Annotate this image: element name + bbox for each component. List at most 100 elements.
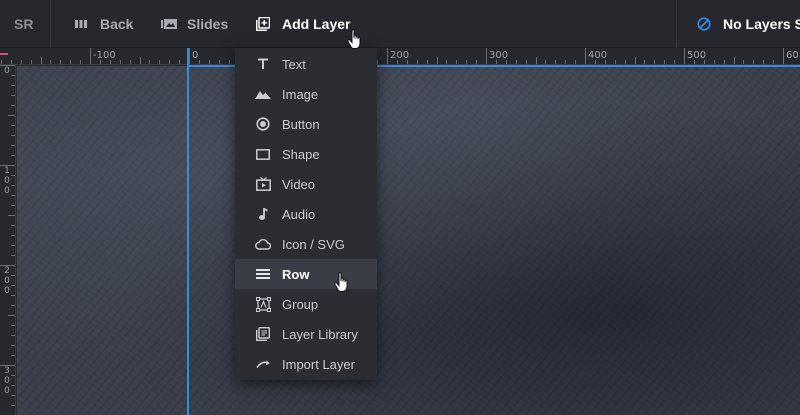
ruler-tick — [535, 57, 537, 64]
ruler-tick — [545, 60, 547, 64]
back-icon — [74, 17, 88, 31]
ruler-tick — [139, 57, 141, 64]
slides-icon — [161, 17, 177, 31]
menu-item-layer-library[interactable]: Layer Library — [235, 319, 377, 349]
ruler-tick — [11, 125, 15, 126]
ruler-tick — [11, 405, 15, 406]
ruler-tick — [466, 60, 468, 64]
ruler-tick — [11, 105, 15, 106]
ruler-tick — [11, 325, 15, 326]
ruler-tick — [733, 57, 735, 64]
ruler-tick — [119, 60, 121, 64]
ruler-tick — [11, 175, 15, 176]
ruler-digit: 0 — [4, 66, 10, 76]
slides-button[interactable]: Slides — [161, 0, 228, 48]
ruler-tick — [515, 60, 517, 64]
ruler-tick — [753, 60, 755, 64]
ruler-tick — [555, 60, 557, 64]
ruler-origin-marker — [0, 53, 8, 55]
cloud-icon — [255, 236, 271, 252]
ruler-tick — [11, 335, 15, 336]
ruler-tick — [11, 245, 15, 246]
top-toolbar: SR Back Slides Add Layer No Layers Se — [0, 0, 800, 48]
ruler-tick — [575, 60, 577, 64]
ruler-tick — [723, 60, 725, 64]
button-icon — [255, 116, 271, 132]
layers-selector[interactable]: No Layers Se — [697, 0, 800, 48]
no-entry-icon — [697, 17, 711, 31]
ruler-tick — [11, 145, 15, 146]
ruler-tick — [684, 48, 685, 64]
menu-item-label: Row — [282, 266, 310, 282]
back-button[interactable]: Back — [74, 0, 133, 48]
ruler-tick — [169, 60, 171, 64]
image-icon — [255, 86, 271, 102]
ruler-tick — [11, 285, 15, 286]
menu-item-icon-svg[interactable]: Icon / SVG — [235, 229, 377, 259]
ruler-tick — [11, 135, 15, 136]
add-layer-button[interactable]: Add Layer — [256, 0, 350, 48]
menu-item-label: Import Layer — [282, 356, 355, 372]
horizontal-ruler: -100010020030040050060 — [0, 48, 800, 65]
add-layer-label: Add Layer — [282, 16, 351, 32]
menu-item-import-layer[interactable]: Import Layer — [235, 349, 377, 379]
ruler-label: 200 — [3, 267, 11, 297]
ruler-tick — [11, 275, 15, 276]
ruler-tick — [624, 60, 626, 64]
ruler-label: 300 — [489, 50, 509, 61]
ruler-tick — [11, 205, 15, 206]
library-icon — [255, 326, 271, 342]
menu-item-shape[interactable]: Shape — [235, 139, 377, 169]
menu-item-audio[interactable]: Audio — [235, 199, 377, 229]
ruler-tick — [11, 185, 15, 186]
ruler-tick — [228, 60, 230, 64]
ruler-tick — [11, 195, 15, 196]
group-icon — [255, 296, 271, 312]
ruler-tick — [377, 60, 379, 64]
slide-canvas[interactable] — [17, 66, 800, 415]
row-icon — [255, 266, 271, 282]
ruler-tick — [11, 345, 15, 346]
ruler-tick — [60, 60, 62, 64]
ruler-tick — [11, 225, 15, 226]
ruler-digit: 0 — [4, 286, 10, 296]
ruler-tick — [476, 60, 478, 64]
menu-item-button[interactable]: Button — [235, 109, 377, 139]
ruler-tick — [11, 305, 15, 306]
ruler-tick — [565, 60, 567, 64]
menu-item-image[interactable]: Image — [235, 79, 377, 109]
ruler-label: 100 — [3, 167, 11, 197]
ruler-tick — [189, 48, 190, 64]
menu-item-text[interactable]: Text — [235, 49, 377, 79]
ruler-label: 400 — [588, 50, 608, 61]
ruler-tick — [446, 60, 448, 64]
ruler-tick — [436, 57, 438, 64]
ruler-tick — [208, 60, 210, 64]
layers-status-label: No Layers Se — [723, 16, 800, 32]
hand-cursor-icon — [347, 29, 364, 51]
audio-icon — [255, 206, 271, 222]
ruler-label: 60 — [786, 50, 799, 61]
menu-item-label: Layer Library — [282, 326, 358, 342]
ruler-tick — [634, 57, 636, 64]
ruler-digit: 0 — [4, 386, 10, 396]
menu-item-video[interactable]: Video — [235, 169, 377, 199]
ruler-tick — [11, 295, 15, 296]
vertical-guide-line — [187, 48, 189, 415]
menu-item-label: Audio — [282, 206, 316, 222]
menu-item-group[interactable]: Group — [235, 289, 377, 319]
ruler-tick — [8, 115, 15, 116]
toolbar-divider — [676, 0, 677, 48]
ruler-tick — [585, 48, 586, 64]
ruler-tick — [11, 155, 15, 156]
ruler-tick — [0, 60, 2, 64]
ruler-digit: 0 — [4, 186, 10, 196]
menu-item-row[interactable]: Row — [235, 259, 377, 289]
ruler-tick — [763, 60, 765, 64]
ruler-tick — [11, 385, 15, 386]
ruler-tick — [11, 255, 15, 256]
ruler-tick — [614, 60, 616, 64]
ruler-tick — [129, 60, 131, 64]
ruler-tick — [179, 60, 181, 64]
add-layer-icon — [256, 17, 270, 31]
